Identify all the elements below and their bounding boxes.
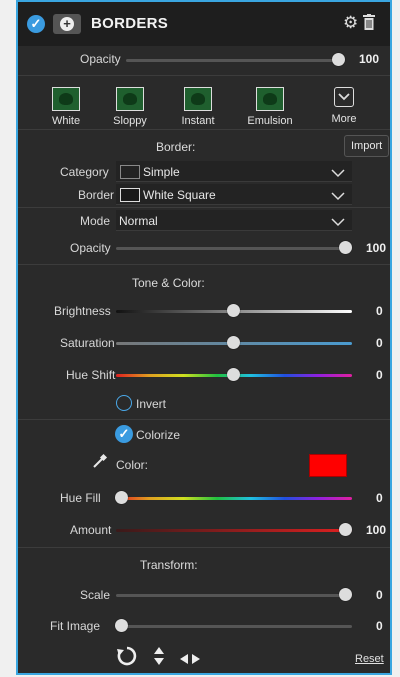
trash-icon[interactable] [363,14,375,35]
top-opacity-knob[interactable] [332,53,345,66]
transform-section-title: Transform: [140,558,198,572]
reset-link[interactable]: Reset [355,653,384,665]
hue-fill-track[interactable] [116,497,352,500]
scale-value: 0 [376,588,383,602]
scale-label: Scale [80,588,111,602]
border-opacity-knob[interactable] [339,241,352,254]
add-layer-button[interactable]: + [53,14,81,34]
amount-knob[interactable] [339,523,352,536]
color-swatch[interactable] [309,454,347,477]
borders-panel: ✓ + BORDERS ⚙ Opacity 100 White Sloppy I… [16,0,392,675]
tree-thumbnail-icon [52,87,80,111]
chevron-down-icon [334,87,354,107]
preset-label: Emulsion [247,115,293,127]
hue-shift-value: 0 [376,368,383,382]
hue-shift-label: Hue Shift [66,368,116,382]
preset-sloppy[interactable]: Sloppy [100,87,160,127]
scale-knob[interactable] [339,588,352,601]
saturation-label: Saturation [60,336,115,350]
tree-thumbnail-icon [116,87,144,111]
border-label: Border [78,188,115,202]
brightness-knob[interactable] [227,304,240,317]
mode-value: Normal [119,214,158,228]
hue-fill-value: 0 [376,491,383,505]
preset-label: Sloppy [113,115,147,127]
mode-label: Mode [80,214,111,228]
import-button[interactable]: Import [344,135,390,157]
panel-title: BORDERS [91,15,169,32]
border-swatch [120,188,140,202]
category-label: Category [60,165,109,179]
color-label: Color: [116,458,149,472]
top-opacity-track[interactable] [126,59,344,62]
hue-fill-label: Hue Fill [60,491,101,505]
category-value: Simple [143,165,180,179]
top-opacity-label: Opacity [80,52,121,66]
more-presets-button[interactable]: More [314,87,374,125]
rotate-icon[interactable] [116,645,138,672]
fit-image-knob[interactable] [115,619,128,632]
fit-image-value: 0 [376,619,383,633]
preset-label: Instant [181,115,215,127]
eyedropper-icon[interactable] [92,453,108,474]
divider [18,129,390,130]
border-opacity-track[interactable] [116,247,352,250]
invert-radio[interactable] [116,395,132,411]
amount-label: Amount [70,523,112,537]
fit-image-track[interactable] [116,625,352,628]
tree-thumbnail-icon [184,87,212,111]
fit-image-label: Fit Image [50,619,101,633]
border-section-title: Border: [156,140,196,154]
amount-track[interactable] [116,529,352,532]
amount-value: 100 [366,523,387,537]
more-label: More [331,113,357,125]
flip-horizontal-icon[interactable] [180,651,200,669]
preset-emulsion[interactable]: Emulsion [240,87,300,127]
hue-shift-knob[interactable] [227,368,240,381]
border-value: White Square [143,188,216,202]
flip-vertical-icon[interactable] [154,647,164,670]
gear-icon[interactable]: ⚙ [343,13,358,33]
preset-label: White [51,115,81,127]
invert-label: Invert [136,397,167,411]
border-opacity-label: Opacity [70,241,111,255]
divider [18,75,390,76]
category-swatch [120,165,140,179]
saturation-value: 0 [376,336,383,350]
chevron-down-icon[interactable] [331,188,345,206]
chevron-down-icon[interactable] [331,165,345,183]
brightness-value: 0 [376,304,383,318]
scale-track[interactable] [116,594,352,597]
divider [18,419,390,420]
plus-icon: + [60,17,74,31]
preset-white[interactable]: White [36,87,96,127]
enable-check-icon[interactable]: ✓ [27,15,45,33]
chevron-down-icon[interactable] [331,214,345,232]
divider [18,264,390,265]
divider [18,207,390,208]
top-opacity-value: 100 [359,52,380,66]
brightness-label: Brightness [54,304,111,318]
hue-fill-knob[interactable] [115,491,128,504]
preset-instant[interactable]: Instant [168,87,228,127]
border-opacity-value: 100 [366,241,387,255]
colorize-check-icon[interactable]: ✓ [115,425,133,443]
tone-section-title: Tone & Color: [132,276,205,290]
tree-thumbnail-icon [256,87,284,111]
saturation-knob[interactable] [227,336,240,349]
colorize-label: Colorize [136,428,181,442]
divider [18,547,390,548]
